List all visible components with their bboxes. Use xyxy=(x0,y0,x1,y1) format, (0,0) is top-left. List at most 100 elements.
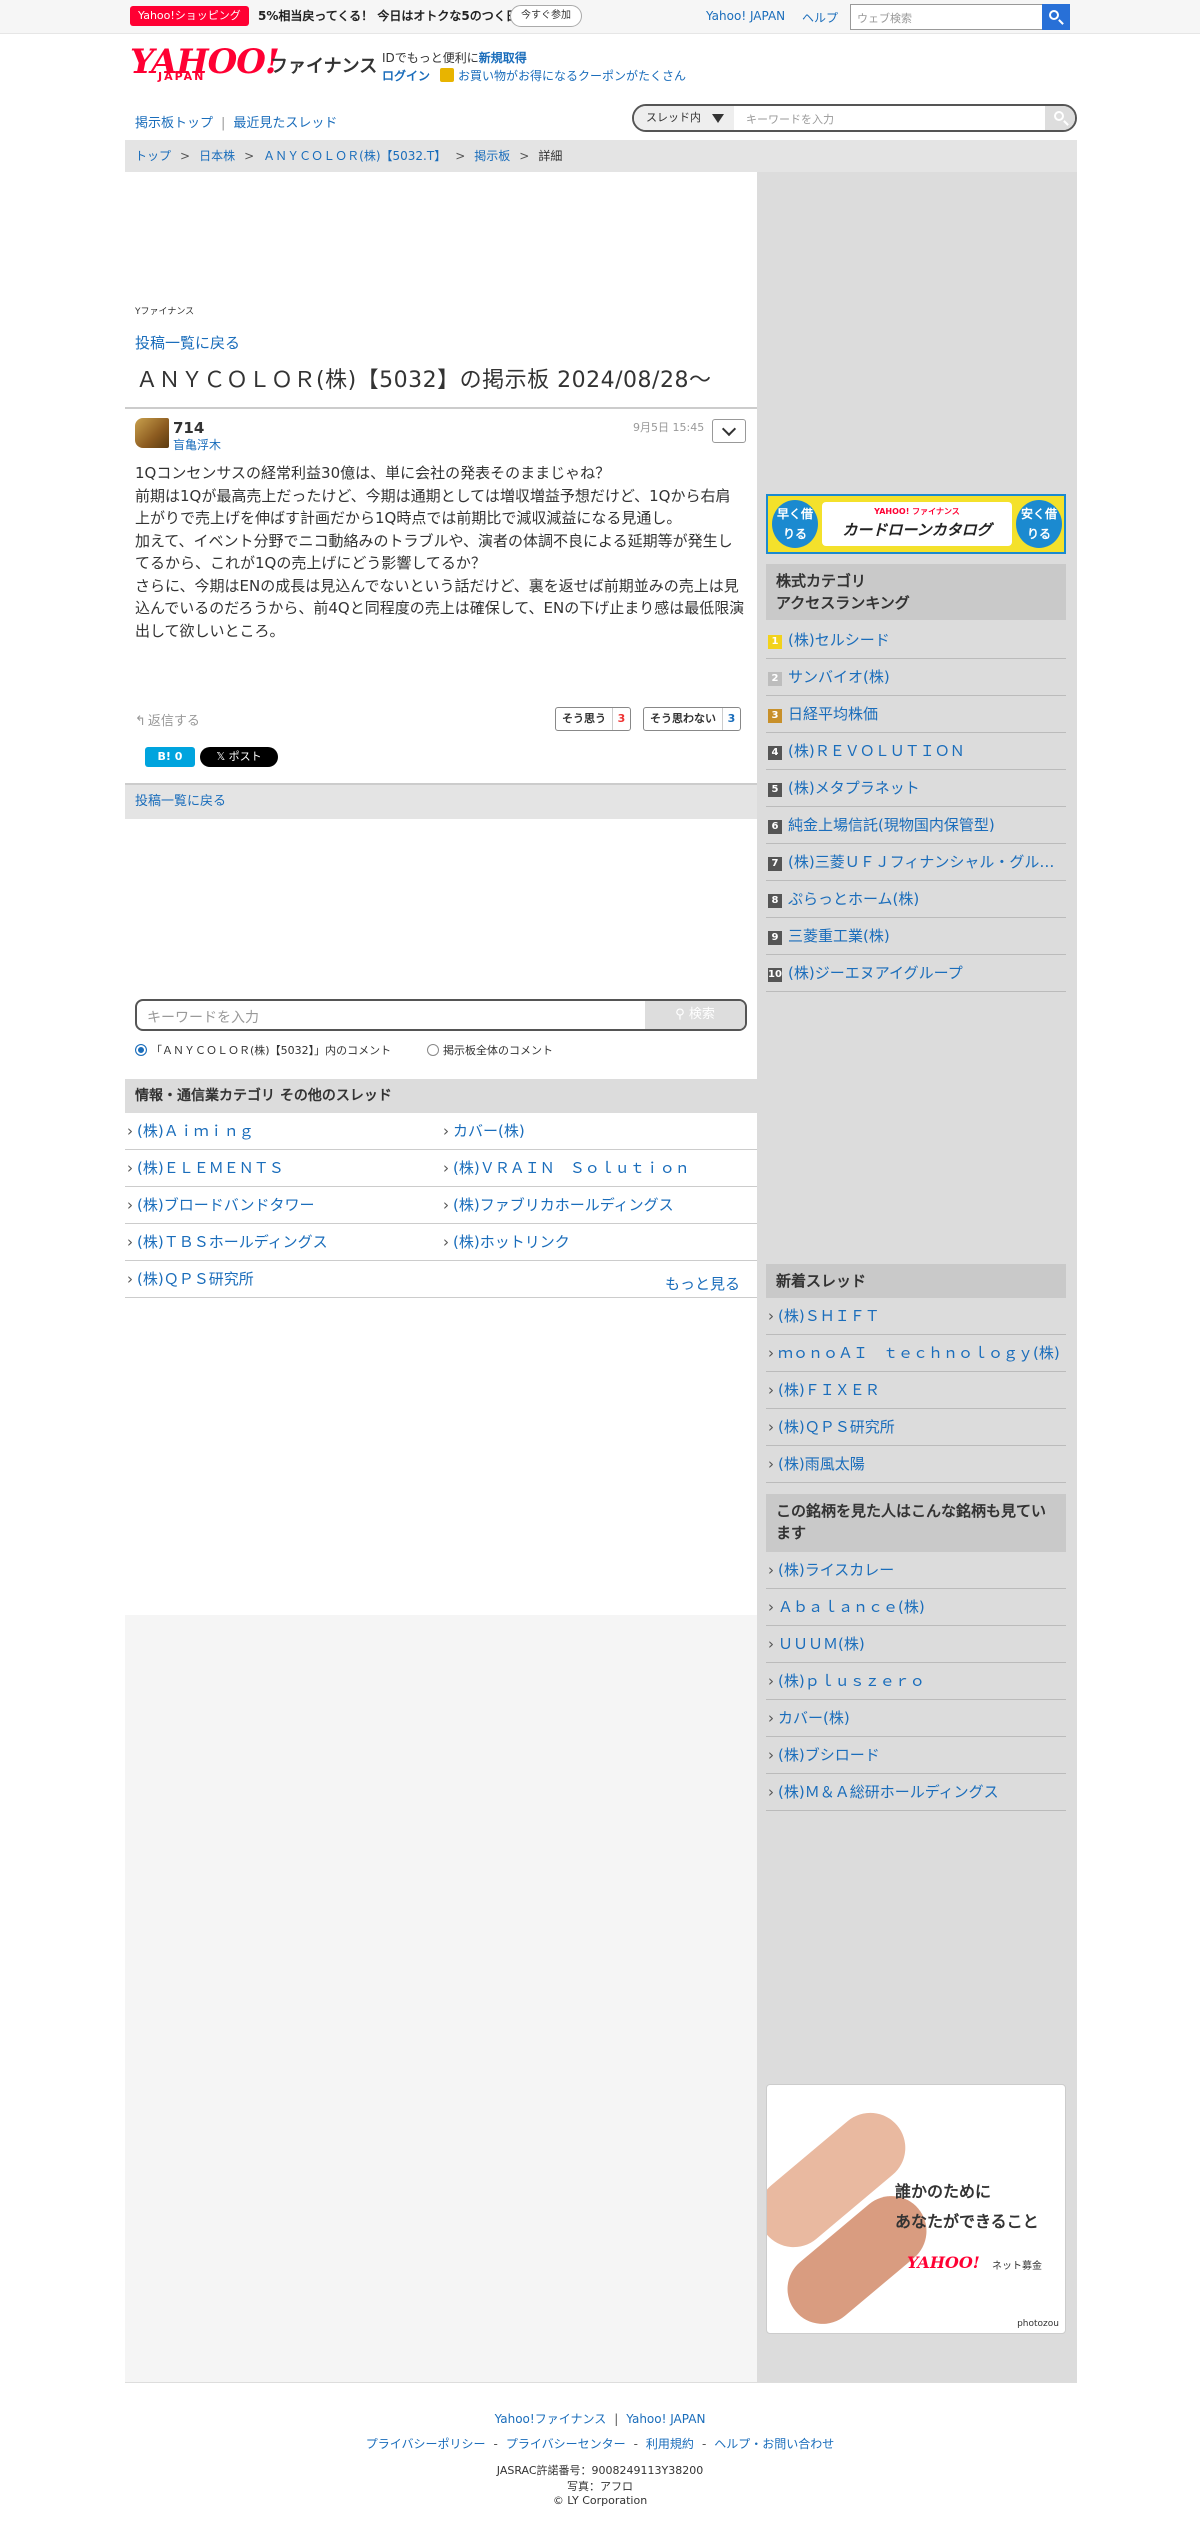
radio-all-option[interactable]: 掲示板全体のコメント xyxy=(427,1042,553,1058)
ad-brand-sub: ネット募金 xyxy=(992,2261,1042,2272)
category-thread-item[interactable]: (株)ＥＬＥＭＥＮＴＳ xyxy=(125,1150,441,1187)
sidebar-list-item[interactable]: Ａｂａｌａｎｃｅ(株) xyxy=(766,1589,1066,1626)
agree-label: そう思う xyxy=(562,712,606,725)
disagree-count: 3 xyxy=(722,708,740,730)
category-thread-item[interactable]: カバー(株) xyxy=(441,1113,757,1150)
service-name[interactable]: ファイナンス xyxy=(270,52,377,78)
sidebar-item-label: サンバイオ(株) xyxy=(788,668,890,686)
category-thread-item[interactable]: (株)ＴＢＳホールディングス xyxy=(125,1224,441,1261)
back-to-list-link[interactable]: 投稿一覧に戻る xyxy=(135,332,240,353)
radio-selected-icon xyxy=(135,1044,147,1056)
ad-inner: YAHOO! ファイナンス カードローンカタログ xyxy=(822,502,1012,546)
post-number: 714 xyxy=(173,419,205,437)
sidebar-list-item[interactable]: ｍｏｎｏＡＩ ｔｅｃｈｎｏｌｏｇｙ(株) xyxy=(766,1335,1066,1372)
recent-threads-link[interactable]: 最近見たスレッド xyxy=(233,116,337,131)
promo-text[interactable]: 5%相当戻ってくる！ 今日はオトクな5のつく日 xyxy=(258,7,518,25)
sidebar-list-item[interactable]: (株)ブシロード xyxy=(766,1737,1066,1774)
join-button[interactable]: 今すぐ参加 xyxy=(510,5,582,27)
back-to-list-link[interactable]: 投稿一覧に戻る xyxy=(135,794,226,809)
nav-separator: | xyxy=(221,116,226,131)
category-thread-item[interactable]: (株)ブロードバンドタワー xyxy=(125,1187,441,1224)
thread-search-input[interactable]: キーワードを入力 xyxy=(746,111,834,127)
footer-privacy-policy-link[interactable]: プライバシーポリシー xyxy=(366,2437,486,2451)
sidebar-list-item[interactable]: カバー(株) xyxy=(766,1700,1066,1737)
yf-label: Yファイナンス xyxy=(135,307,195,317)
breadcrumb-stock[interactable]: ＡＮＹＣＯＬＯＲ(株)【5032.T】 xyxy=(263,149,446,163)
category-thread-item[interactable]: (株)ＱＰＳ研究所 xyxy=(125,1261,757,1298)
thread-search-button[interactable] xyxy=(1045,106,1075,130)
post-menu-button[interactable] xyxy=(712,419,746,443)
search-scope-select[interactable]: スレッド内 xyxy=(634,106,734,130)
sidebar-item-label: ぷらっとホーム(株) xyxy=(788,890,920,908)
ad-caption-line: 誰かのために xyxy=(895,2182,992,2201)
sidebar-list-item[interactable]: (株)ＳＨＩＦＴ xyxy=(766,1298,1066,1335)
login-link[interactable]: ログイン xyxy=(382,69,430,83)
ranking-item[interactable]: 5 (株)メタプラネット xyxy=(766,770,1066,807)
sidebar-list-item[interactable]: (株)Ｍ＆Ａ総研ホールディングス xyxy=(766,1774,1066,1811)
ranking-item[interactable]: 4 (株)ＲＥＶＯＬＵＴＩＯＮ xyxy=(766,733,1066,770)
footer-copyright: © LY Corporation xyxy=(552,2494,648,2507)
ranking-item[interactable]: 2 サンバイオ(株) xyxy=(766,659,1066,696)
yahoo-japan-link[interactable]: Yahoo! JAPAN xyxy=(706,9,785,23)
ranking-item[interactable]: 1 (株)セルシード xyxy=(766,622,1066,659)
footer-terms-link[interactable]: 利用規約 xyxy=(646,2437,694,2451)
search-icon: ⚲ xyxy=(675,1007,689,1022)
ranking-item[interactable]: 7 (株)三菱ＵＦＪフィナンシャル・グループ xyxy=(766,844,1066,881)
footer-yahoo-japan-link[interactable]: Yahoo! JAPAN xyxy=(626,2412,705,2426)
breadcrumb-top[interactable]: トップ xyxy=(135,149,171,163)
coupon-link[interactable]: お買い物がお得になるクーポンがたくさん xyxy=(458,69,686,83)
radio-thread-option[interactable]: 「ＡＮＹＣＯＬＯＲ(株)【5032】」内のコメント xyxy=(135,1042,391,1058)
disagree-label: そう思わない xyxy=(650,712,716,725)
keyword-search-input[interactable]: キーワードを入力 xyxy=(147,1007,259,1027)
breadcrumb-board[interactable]: 掲示板 xyxy=(474,149,510,163)
footer-privacy-center-link[interactable]: プライバシーセンター xyxy=(506,2437,626,2451)
sidebar-list-item[interactable]: (株)ライスカレー xyxy=(766,1552,1066,1589)
sidebar-list-item[interactable]: (株)雨風太陽 xyxy=(766,1446,1066,1483)
card-loan-ad[interactable]: 早く借りる YAHOO! ファイナンス カードローンカタログ 安く借りる xyxy=(766,494,1066,554)
footer-divider xyxy=(125,2382,1077,2383)
sidebar-list-item[interactable]: (株)ＱＰＳ研究所 xyxy=(766,1409,1066,1446)
help-link[interactable]: ヘルプ xyxy=(802,9,838,26)
shopping-tag[interactable]: Yahoo!ショッピング xyxy=(130,6,249,26)
keyword-search: キーワードを入力 ⚲ 検索 xyxy=(135,999,747,1031)
keyword-search-button-label: 検索 xyxy=(688,1007,715,1022)
sidebar-list-item[interactable]: (株)ｐｌｕｓｚｅｒｏ xyxy=(766,1663,1066,1700)
hatena-bookmark-button[interactable]: B! 0 xyxy=(145,747,195,767)
footer-jasrac: JASRAC許諾番号：9008249113Y38200 xyxy=(496,2464,704,2477)
back-bar: 投稿一覧に戻る xyxy=(125,783,757,819)
category-thread-item[interactable]: (株)ファブリカホールディングス xyxy=(441,1187,757,1224)
footer-links-row2: プライバシーポリシー - プライバシーセンター - 利用規約 - ヘルプ・お問い合わせ xyxy=(0,2435,1200,2452)
footer-yahoo-finance-link[interactable]: Yahoo!ファイナンス xyxy=(495,2412,607,2426)
post-user[interactable]: 盲亀浮木 xyxy=(173,436,221,453)
x-post-button[interactable]: 𝕏 ポスト xyxy=(200,747,278,767)
footer-separator: | xyxy=(614,2412,619,2426)
also-viewed-heading: この銘柄を見た人はこんな銘柄も見ています xyxy=(766,1494,1066,1552)
avatar[interactable] xyxy=(135,418,169,448)
reply-button[interactable]: 返信する xyxy=(135,710,200,729)
category-thread-item[interactable]: (株)ホットリンク xyxy=(441,1224,757,1261)
ranking-item[interactable]: 10 (株)ジーエヌアイグループ xyxy=(766,955,1066,992)
sidebar-list-item[interactable]: (株)ＦＩＸＥＲ xyxy=(766,1372,1066,1409)
agree-button[interactable]: そう思う 3 xyxy=(555,707,631,731)
sidebar-item-label: 日経平均株価 xyxy=(788,705,879,723)
new-threads-heading: 新着スレッド xyxy=(766,1264,1066,1298)
ranking-item[interactable]: 8 ぷらっとホーム(株) xyxy=(766,881,1066,918)
footer-help-link[interactable]: ヘルプ・お問い合わせ xyxy=(714,2437,834,2451)
signup-link[interactable]: 新規取得 xyxy=(479,51,527,65)
web-search-button[interactable] xyxy=(1042,4,1070,30)
bbs-top-link[interactable]: 掲示板トップ xyxy=(135,116,213,131)
sidebar-list-item[interactable]: ＵＵＵＭ(株) xyxy=(766,1626,1066,1663)
more-threads-link[interactable]: もっと見る xyxy=(665,1273,740,1294)
category-thread-item[interactable]: (株)ＶＲＡＩＮ Ｓｏｌｕｔｉｏｎ xyxy=(441,1150,757,1187)
web-search-input[interactable]: ウェブ検索 xyxy=(850,4,1070,30)
ranking-item[interactable]: 3 日経平均株価 xyxy=(766,696,1066,733)
category-thread-item[interactable]: (株)Ａｉｍｉｎｇ xyxy=(125,1113,441,1150)
ranking-item[interactable]: 6 純金上場信託(現物国内保管型) xyxy=(766,807,1066,844)
keyword-search-button[interactable]: ⚲ 検索 xyxy=(645,1001,745,1029)
ranking-item[interactable]: 9 三菱重工業(株) xyxy=(766,918,1066,955)
ad-caption: 誰かのために あなたができること xyxy=(895,2177,1039,2237)
disagree-button[interactable]: そう思わない 3 xyxy=(643,707,741,731)
donation-ad[interactable]: 誰かのために あなたができること YAHOO! ネット募金 photozou xyxy=(766,2084,1066,2334)
breadcrumb-japan-stocks[interactable]: 日本株 xyxy=(199,149,235,163)
search-icon xyxy=(1054,111,1064,121)
